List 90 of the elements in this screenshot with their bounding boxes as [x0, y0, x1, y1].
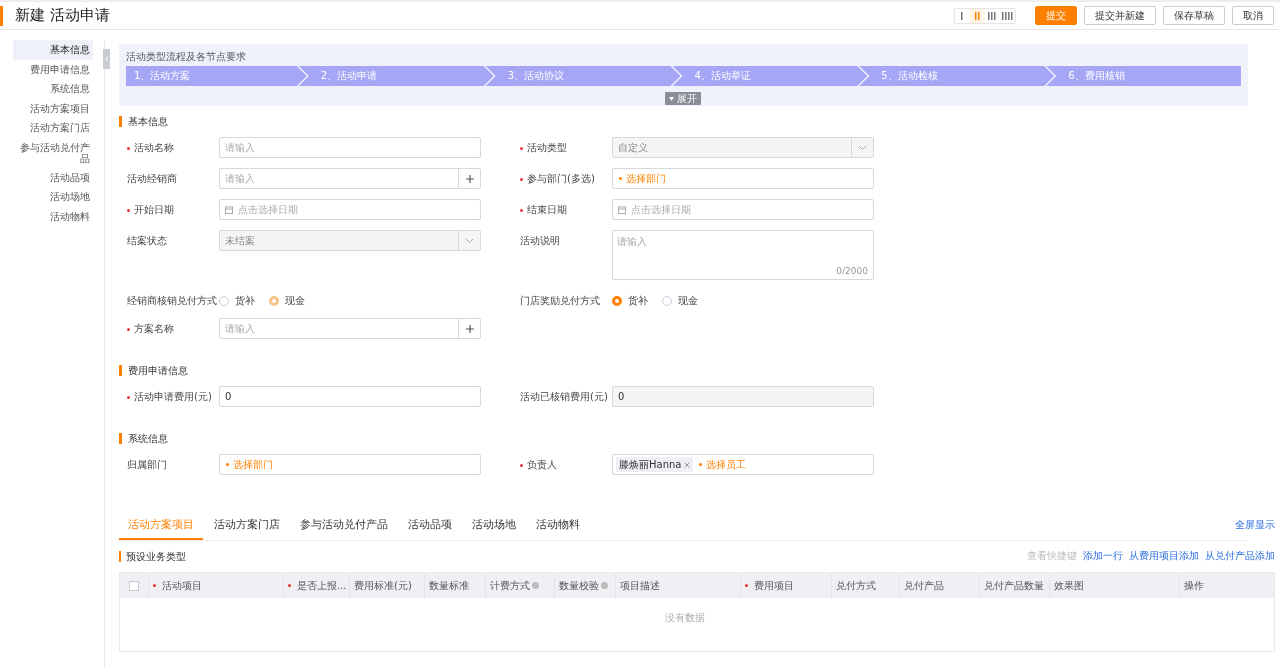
layout-button[interactable] [1000, 8, 1015, 23]
field-label: 结束日期 [527, 203, 567, 217]
sidebar-item[interactable]: 活动方案门店 [13, 118, 93, 138]
field-label: 活动申请费用(元) [134, 390, 212, 404]
field-label: 活动名称 [134, 141, 174, 155]
add-link[interactable]: 从兑付产品添加 [1205, 549, 1275, 563]
column-header: 兑付产品 [899, 573, 979, 598]
field-label: 负责人 [527, 458, 557, 472]
sidebar-item[interactable]: 活动方案项目 [13, 98, 93, 118]
column-header: 是否上报... [283, 573, 349, 598]
table-title: 预设业务类型 [119, 550, 1021, 562]
column-header: 兑付方式 [831, 573, 899, 598]
process-step: 2、活动申请 [298, 66, 494, 86]
field-label: 经销商核销兑付方式 [127, 294, 217, 308]
column-header: 计费方式 [485, 573, 554, 598]
sidebar-item[interactable]: 参与活动兑付产品 [13, 137, 93, 168]
caret-icon [669, 96, 674, 101]
action-button[interactable]: 保存草稿 [1163, 6, 1225, 25]
calendar-icon [618, 205, 626, 214]
required-marker [288, 584, 291, 587]
sidebar-item[interactable]: 基本信息 [13, 40, 93, 60]
calendar-icon [225, 205, 233, 214]
help-icon [532, 582, 539, 589]
column-header: 项目描述 [615, 573, 740, 598]
process-step: 6、费用核销 [1046, 66, 1241, 86]
detail-tab[interactable]: 活动方案门店 [205, 517, 289, 540]
section-title: 系统信息 [119, 433, 1248, 444]
field-label: 活动说明 [520, 234, 560, 248]
section-title: 基本信息 [119, 116, 1248, 127]
help-icon [601, 582, 608, 589]
layout-button[interactable] [970, 8, 985, 23]
plus-icon [465, 324, 474, 333]
sidebar-item[interactable]: 活动物料 [13, 206, 93, 226]
radio-option[interactable]: 货补 [612, 294, 648, 308]
add-link[interactable]: 从费用项目添加 [1129, 549, 1199, 563]
process-step: 4、活动举证 [672, 66, 868, 86]
section-title: 费用申请信息 [119, 365, 1248, 376]
column-header: 数量标准 [424, 573, 485, 598]
field-label: 活动经销商 [127, 172, 177, 186]
process-step: 1、活动方案 [126, 66, 307, 86]
chevron-left-icon [104, 56, 109, 62]
sidebar-item[interactable]: 系统信息 [13, 79, 93, 99]
action-button[interactable]: 取消 [1232, 6, 1274, 25]
fullscreen-link[interactable]: 全屏显示 [1235, 518, 1275, 540]
process-step: 3、活动协议 [485, 66, 681, 86]
detail-tab[interactable]: 活动品项 [399, 517, 461, 540]
input-field[interactable]: 0 [612, 386, 874, 407]
required-marker [153, 584, 156, 587]
add-link[interactable]: 添加一行 [1083, 549, 1123, 563]
empty-message: 没有数据 [665, 611, 705, 625]
process-step: 5、活动检核 [859, 66, 1055, 86]
close-icon[interactable] [684, 461, 691, 468]
collapse-handle[interactable] [103, 49, 110, 69]
detail-tab[interactable]: 活动物料 [527, 517, 589, 540]
sidebar-item[interactable]: 费用申请信息 [13, 59, 93, 79]
field-label: 方案名称 [134, 322, 174, 336]
column-layout-icon [1001, 11, 1014, 20]
field-label: 参与部门(多选) [527, 172, 595, 186]
input-field[interactable]: 0 [219, 386, 481, 407]
column-layout-icon [974, 11, 981, 20]
column-header: 数量校验 [554, 573, 615, 598]
plus-icon [465, 174, 474, 183]
select-field[interactable]: 自定义 [612, 137, 874, 158]
required-marker [745, 584, 748, 587]
radio-option[interactable]: 现金 [662, 294, 698, 308]
chevron-down-icon [465, 237, 474, 244]
field-label: 活动类型 [527, 141, 567, 155]
field-label: 开始日期 [134, 203, 174, 217]
column-header: 费用标准(元) [349, 573, 424, 598]
column-header: 费用项目 [740, 573, 831, 598]
picker-field[interactable]: 滕焕丽Hanna 选择员工 [612, 454, 874, 475]
sidebar-item[interactable]: 活动品项 [13, 167, 93, 187]
field-label: 归属部门 [127, 458, 167, 472]
field-label: 门店奖励兑付方式 [520, 294, 600, 308]
select-all-checkbox[interactable] [129, 580, 139, 591]
page-title: 新建 活动申请 [15, 6, 111, 25]
column-layout-icon [961, 11, 964, 20]
sidebar-item[interactable]: 活动场地 [13, 187, 93, 207]
column-layout-icon [988, 11, 997, 20]
field-label: 活动已核销费用(元) [520, 390, 608, 404]
column-header: 兑付产品数量 [979, 573, 1049, 598]
detail-tab[interactable]: 参与活动兑付产品 [291, 517, 397, 540]
chevron-down-icon [858, 144, 867, 151]
column-header: 活动项目 [148, 573, 283, 598]
field-label: 结案状态 [127, 234, 167, 248]
process-title: 活动类型流程及各节点要求 [126, 50, 247, 64]
column-header: 效果图 [1049, 573, 1179, 598]
detail-tab[interactable]: 活动场地 [463, 517, 525, 540]
action-button[interactable]: 提交并新建 [1084, 6, 1156, 25]
column-header: 操作 [1179, 573, 1237, 598]
